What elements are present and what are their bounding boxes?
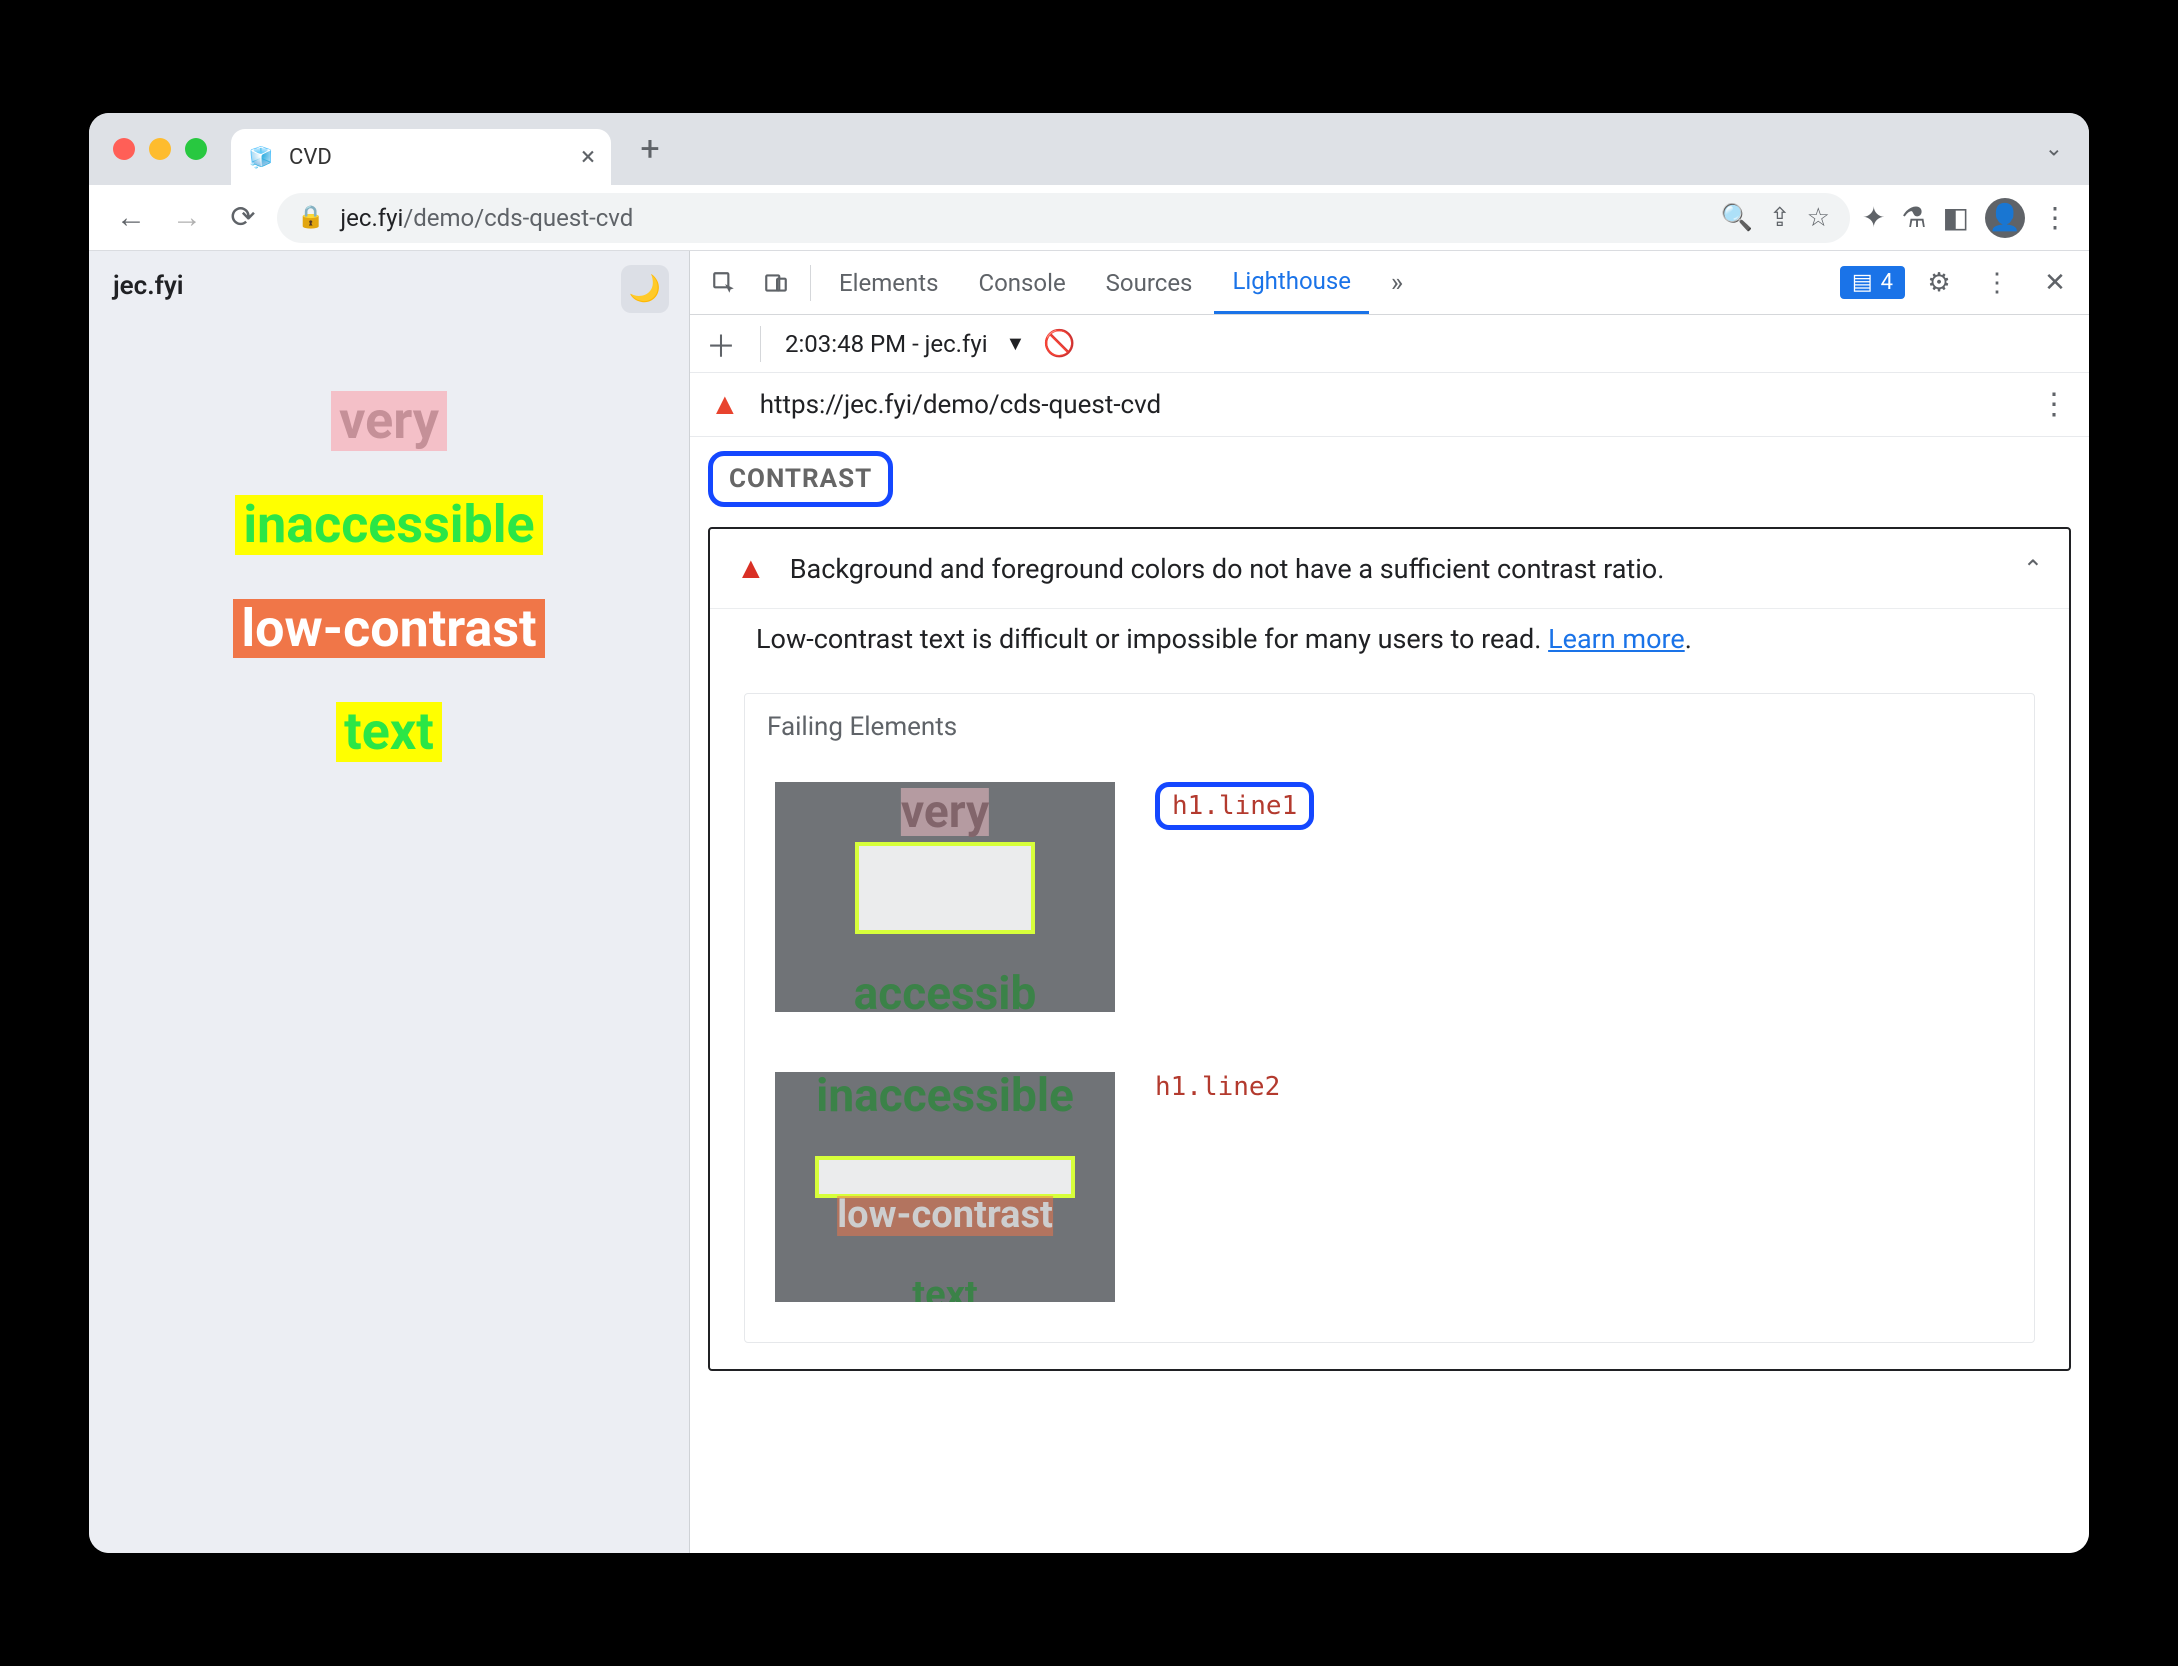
minimize-window-button[interactable]	[149, 138, 171, 160]
profile-avatar[interactable]: 👤	[1985, 198, 2025, 238]
site-name: jec.fyi	[113, 271, 183, 301]
back-button[interactable]: ←	[109, 196, 153, 240]
browser-tab[interactable]: 🧊 CVD ×	[231, 129, 611, 185]
browser-toolbar: ← → ⟳ 🔒 jec.fyi/demo/cds-quest-cvd 🔍 ⇪ ☆…	[89, 185, 2089, 251]
lighthouse-subbar: ＋ 2:03:48 PM - jec.fyi ▼ 🚫	[690, 315, 2089, 373]
element-selector: h1.line2	[1155, 1072, 1280, 1102]
lighthouse-icon: ▲	[710, 387, 740, 422]
failing-elements-title: Failing Elements	[767, 712, 2012, 742]
labs-icon[interactable]: ⚗	[1901, 201, 1926, 234]
bookmark-icon[interactable]: ☆	[1807, 203, 1830, 233]
demo-line-4: text	[336, 702, 442, 762]
extension-icons: ✦ ⚗ ◧ 👤 ⋮	[1862, 198, 2069, 238]
clear-reports-button[interactable]: 🚫	[1043, 329, 1075, 359]
chevron-down-icon: ▼	[1006, 331, 1026, 356]
forward-button[interactable]: →	[165, 196, 209, 240]
chat-icon: ▤	[1852, 270, 1873, 295]
main-area: jec.fyi 🌙 very inaccessible low-contrast…	[89, 251, 2089, 1553]
demo-line-3: low-contrast	[233, 599, 544, 659]
tab-lighthouse[interactable]: Lighthouse	[1214, 251, 1369, 314]
maximize-window-button[interactable]	[185, 138, 207, 160]
audit-header[interactable]: ▲ Background and foreground colors do no…	[710, 529, 2069, 608]
section-contrast-label: CONTRAST	[708, 451, 893, 507]
audit-description: Low-contrast text is difficult or imposs…	[710, 608, 2069, 685]
demo-line-1: very	[331, 391, 447, 451]
report-selector-label: 2:03:48 PM - jec.fyi	[785, 330, 988, 358]
device-toolbar-button[interactable]	[752, 259, 800, 307]
reload-button[interactable]: ⟳	[221, 196, 265, 240]
lighthouse-url: https://jec.fyi/demo/cds-quest-cvd	[760, 390, 1162, 420]
search-icon[interactable]: 🔍	[1720, 203, 1752, 233]
lighthouse-url-row: ▲ https://jec.fyi/demo/cds-quest-cvd ⋮	[690, 373, 2089, 437]
favicon-icon: 🧊	[247, 143, 275, 171]
lighthouse-body: CONTRAST ▲ Background and foreground col…	[690, 437, 2089, 1553]
failing-element-row[interactable]: inaccessible low-contrast text h1.line2	[767, 1058, 2012, 1316]
settings-icon[interactable]: ⚙	[1915, 259, 1963, 307]
share-icon[interactable]: ⇪	[1769, 203, 1791, 233]
tab-console[interactable]: Console	[960, 251, 1083, 314]
url-path: /demo/cds-quest-cvd	[403, 204, 633, 232]
tabs-overflow-button[interactable]: ⌄	[2045, 137, 2063, 162]
audit-title: Background and foreground colors do not …	[790, 553, 1665, 585]
demo-text-stack: very inaccessible low-contrast text	[109, 391, 669, 762]
close-tab-button[interactable]: ×	[581, 142, 595, 172]
demo-line-2: inaccessible	[235, 495, 542, 555]
element-selector: h1.line1	[1155, 782, 1314, 830]
issues-badge[interactable]: ▤ 4	[1840, 266, 1905, 299]
more-tabs-button[interactable]: »	[1373, 259, 1421, 307]
close-devtools-button[interactable]: ✕	[2031, 259, 2079, 307]
browser-window: 🧊 CVD × + ⌄ ← → ⟳ 🔒 jec.fyi/demo/cds-que…	[89, 113, 2089, 1553]
url-host: jec.fyi	[340, 204, 403, 232]
page-viewport: jec.fyi 🌙 very inaccessible low-contrast…	[89, 251, 689, 1553]
tab-sources[interactable]: Sources	[1088, 251, 1211, 314]
learn-more-link[interactable]: Learn more	[1548, 623, 1685, 655]
issues-count: 4	[1881, 270, 1893, 295]
devtools-tabbar: Elements Console Sources Lighthouse » ▤ …	[690, 251, 2089, 315]
theme-toggle-button[interactable]: 🌙	[621, 265, 669, 313]
tab-elements[interactable]: Elements	[821, 251, 956, 314]
inspect-element-button[interactable]	[700, 259, 748, 307]
window-controls	[113, 138, 207, 160]
audit-description-text: Low-contrast text is difficult or imposs…	[756, 623, 1548, 655]
side-panel-icon[interactable]: ◧	[1943, 201, 1969, 234]
failing-elements-box: Failing Elements very accessib h1.line1	[744, 693, 2035, 1343]
close-window-button[interactable]	[113, 138, 135, 160]
report-selector[interactable]: 2:03:48 PM - jec.fyi ▼	[785, 330, 1025, 358]
audit-card: ▲ Background and foreground colors do no…	[708, 527, 2071, 1371]
element-thumbnail: inaccessible low-contrast text	[775, 1072, 1115, 1302]
extensions-icon[interactable]: ✦	[1862, 201, 1885, 234]
new-report-button[interactable]: ＋	[706, 322, 736, 366]
collapse-icon: ⌃	[2023, 555, 2043, 583]
failing-element-row[interactable]: very accessib h1.line1	[767, 768, 2012, 1026]
tab-title: CVD	[289, 145, 567, 170]
lock-icon: 🔒	[297, 205, 324, 230]
lighthouse-report-menu[interactable]: ⋮	[2039, 387, 2069, 422]
tab-strip: 🧊 CVD × + ⌄	[89, 113, 2089, 185]
address-bar[interactable]: 🔒 jec.fyi/demo/cds-quest-cvd 🔍 ⇪ ☆	[277, 193, 1850, 243]
omnibox-actions: 🔍 ⇪ ☆	[1720, 203, 1829, 233]
new-tab-button[interactable]: +	[627, 126, 673, 172]
chrome-menu-icon[interactable]: ⋮	[2041, 201, 2069, 234]
devtools-menu-icon[interactable]: ⋮	[1973, 259, 2021, 307]
devtools-panel: Elements Console Sources Lighthouse » ▤ …	[689, 251, 2089, 1553]
warning-icon: ▲	[736, 551, 766, 586]
element-thumbnail: very accessib	[775, 782, 1115, 1012]
